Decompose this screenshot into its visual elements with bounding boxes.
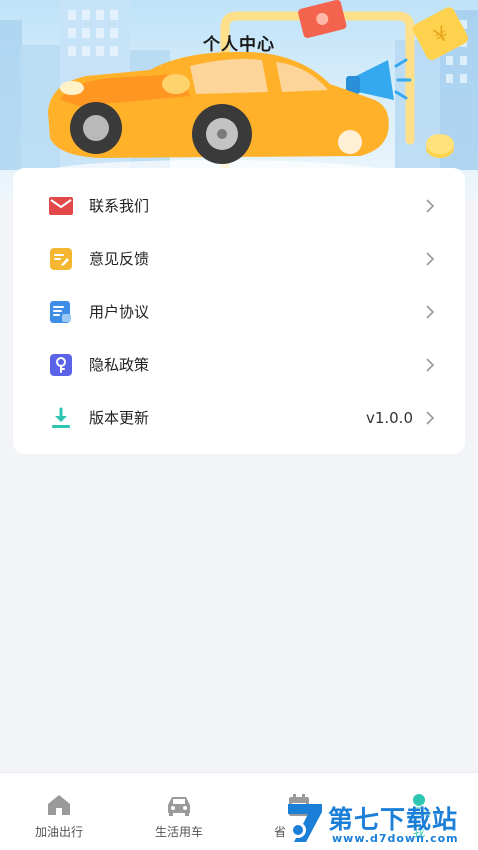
watermark-title: 第七下载站 [328, 805, 459, 834]
nav-label: 生活用车 [154, 825, 203, 839]
menu-item-contact-us[interactable]: 联系我们 [13, 179, 465, 232]
chevron-right-icon [426, 304, 435, 319]
car-icon [168, 797, 190, 816]
nav-item-refuel[interactable]: 加油出行 [4, 773, 114, 850]
menu-item-user-agreement[interactable]: 用户协议 [13, 285, 465, 338]
page-title: 个人中心 [203, 35, 275, 55]
key-icon [49, 353, 73, 377]
chevron-right-icon [426, 410, 435, 425]
chevron-right-icon [426, 251, 435, 266]
nav-label: 加油出行 [34, 825, 83, 839]
document-icon [49, 300, 73, 324]
home-icon [48, 795, 70, 815]
watermark-url: www.d7down.com [332, 832, 459, 845]
watermark: 第七下载站 www.d7down.com [280, 798, 478, 850]
download-icon [49, 406, 73, 430]
menu-item-feedback[interactable]: 意见反馈 [13, 232, 465, 285]
menu-label: 版本更新 [89, 409, 150, 427]
nav-item-car-life[interactable]: 生活用车 [124, 773, 234, 850]
chevron-right-icon [426, 198, 435, 213]
menu-item-version-update[interactable]: 版本更新 v1.0.0 [13, 391, 465, 444]
menu-label: 联系我们 [89, 197, 150, 215]
menu-label: 意见反馈 [89, 250, 150, 268]
mail-icon [49, 194, 73, 218]
profile-screen: ¥ 个人中心 联系我们 意见反馈 用户协议 隐私政策 版本更新 v1.0.0 加… [0, 0, 478, 850]
settings-menu: 联系我们 意见反馈 用户协议 隐私政策 版本更新 v1.0.0 [13, 168, 465, 454]
chevron-right-icon [426, 357, 435, 372]
menu-item-privacy-policy[interactable]: 隐私政策 [13, 338, 465, 391]
menu-label: 用户协议 [89, 303, 150, 321]
watermark-logo-icon [288, 804, 322, 842]
menu-label: 隐私政策 [89, 356, 150, 374]
edit-note-icon [49, 247, 73, 271]
version-value: v1.0.0 [365, 408, 413, 427]
